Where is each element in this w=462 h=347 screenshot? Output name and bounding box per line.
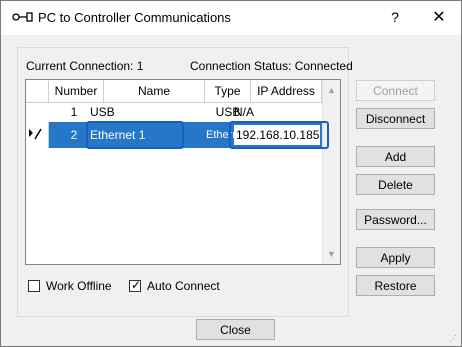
table-cell-name[interactable]: USB xyxy=(90,104,200,120)
column-header-number[interactable]: Number xyxy=(49,80,104,103)
column-header-type[interactable]: Type xyxy=(205,80,251,103)
scroll-up-icon[interactable]: ▲ xyxy=(323,82,340,98)
disconnect-button[interactable]: Disconnect xyxy=(356,108,435,129)
current-connection-label: Current Connection: 1 xyxy=(26,59,144,73)
close-button[interactable]: Close xyxy=(196,319,275,340)
table-cell-number[interactable]: 1 xyxy=(64,104,84,120)
delete-button[interactable]: Delete xyxy=(356,174,435,195)
row-indicator-header xyxy=(26,80,49,103)
connection-plug-icon xyxy=(12,12,33,22)
restore-button[interactable]: Restore xyxy=(356,275,435,296)
column-header-name[interactable]: Name xyxy=(104,80,205,103)
help-button[interactable]: ? xyxy=(387,9,403,25)
connections-table[interactable]: Number Name Type IP Address 1 USB USB N/… xyxy=(25,79,341,265)
work-offline-checkbox[interactable] xyxy=(28,280,40,292)
password-button[interactable]: Password... xyxy=(356,209,435,230)
ip-highlight-box xyxy=(229,121,329,149)
close-window-button[interactable]: ✕ xyxy=(429,7,449,27)
current-row-edit-icon xyxy=(26,122,49,148)
add-button[interactable]: Add xyxy=(356,146,435,167)
column-header-ip-address[interactable]: IP Address xyxy=(251,80,322,103)
checkmark-icon: ✓ xyxy=(131,278,142,292)
name-highlight-box xyxy=(86,121,184,149)
resize-grip-icon[interactable]: ⋰ xyxy=(449,334,459,344)
apply-button[interactable]: Apply xyxy=(356,247,435,268)
auto-connect-checkbox[interactable]: ✓ xyxy=(129,278,142,292)
auto-connect-label[interactable]: Auto Connect xyxy=(147,279,220,293)
connect-button[interactable]: Connect xyxy=(356,80,435,101)
table-cell-ip[interactable]: N/A xyxy=(234,104,314,120)
window-title: PC to Controller Communications xyxy=(38,10,231,25)
connection-status-label: Connection Status: Connected xyxy=(190,59,353,73)
work-offline-label[interactable]: Work Offline xyxy=(46,279,112,293)
scroll-down-icon[interactable]: ▼ xyxy=(323,246,340,262)
title-bar: PC to Controller Communications ? ✕ xyxy=(1,1,461,35)
table-vertical-scrollbar[interactable]: ▲ ▼ xyxy=(322,80,340,264)
table-cell-number[interactable]: 2 xyxy=(64,127,84,143)
dialog-window: PC to Controller Communications ? ✕ Curr… xyxy=(0,0,462,347)
